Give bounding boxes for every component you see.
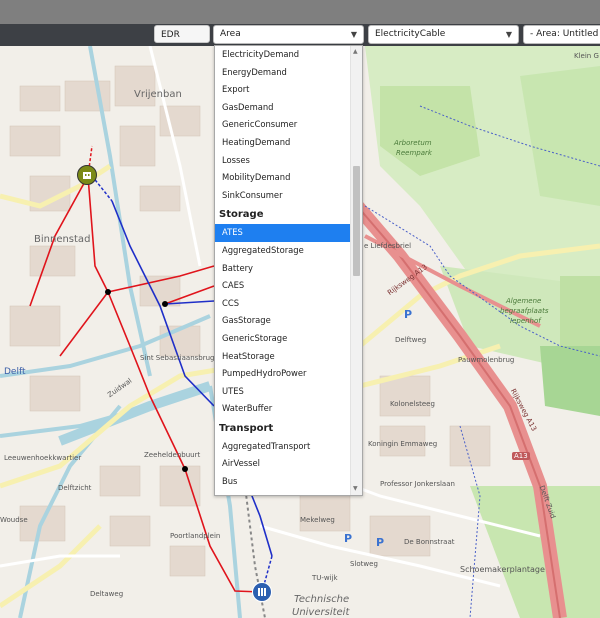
motorway-shield-a13: A13 bbox=[512, 452, 530, 460]
map-toolbar: EDR assets Area ▼ ElectricityCable ▼ - A… bbox=[0, 24, 600, 58]
dropdown-item[interactable]: CCS bbox=[215, 295, 352, 313]
map-label-tu-wijk: TU-wijk bbox=[312, 574, 338, 582]
scroll-up-icon[interactable]: ▲ bbox=[353, 48, 358, 55]
dropdown-caret-icon: ▼ bbox=[505, 30, 512, 39]
map-label-algemene: Algemene bbox=[506, 297, 542, 305]
map-label-iepenhof: Iepenhof bbox=[510, 317, 541, 325]
map-label-delftweg: Delftweg bbox=[395, 336, 427, 344]
map-label-klein: Klein G bbox=[574, 52, 599, 60]
map-label-delft: Delft bbox=[4, 367, 26, 377]
dropdown-item[interactable]: PumpedHydroPower bbox=[215, 365, 352, 383]
dropdown-item[interactable]: SinkConsumer bbox=[215, 187, 352, 205]
map-label-binnenstad: Binnenstad bbox=[34, 234, 91, 245]
map-label-universiteit: Universiteit bbox=[292, 607, 350, 618]
map-label-schoemakerplantage: Schoemakerplantage bbox=[460, 565, 545, 574]
map-label-zeeheldenbuurt: Zeeheldenbuurt bbox=[144, 451, 201, 459]
svg-text:P: P bbox=[344, 532, 352, 545]
map-label-woudse: Woudse bbox=[0, 516, 28, 524]
dropdown-item[interactable]: Bus bbox=[215, 473, 352, 491]
building-icon[interactable] bbox=[77, 165, 97, 185]
dropdown-item[interactable]: GenericStorage bbox=[215, 330, 352, 348]
dropdown-item[interactable]: WaterBuffer bbox=[215, 400, 352, 418]
dropdown-item[interactable]: AirVessel bbox=[215, 455, 352, 473]
map-label-deltaweg: Deltaweg bbox=[90, 590, 124, 598]
dropdown-item[interactable]: Battery bbox=[215, 260, 352, 278]
dropdown-item[interactable]: Losses bbox=[215, 152, 352, 170]
asset-type-select[interactable]: ElectricityCable ▼ bbox=[368, 25, 519, 44]
dropdown-group-storage: Storage bbox=[219, 209, 264, 221]
map-label-poortlandplein: Poortlandplein bbox=[170, 532, 221, 540]
map-label-kolonelsteeg: Kolonelsteeg bbox=[390, 400, 435, 408]
map-label-professor: Professor Jonkerslaan bbox=[380, 480, 455, 488]
dropdown-item[interactable]: CAES bbox=[215, 277, 352, 295]
dropdown-item[interactable]: HeatStorage bbox=[215, 348, 352, 366]
dropdown-item[interactable]: AggregatedTransport bbox=[215, 438, 352, 456]
window-top-bar bbox=[0, 0, 600, 24]
dropdown-item[interactable]: GasDemand bbox=[215, 99, 352, 117]
dropdown-item[interactable]: EnergyDemand bbox=[215, 64, 352, 82]
map-label-leeuwenhoekkwartier: Leeuwenhoekkwartier bbox=[4, 454, 82, 462]
map-label-liefdesbriel: e Liefdesbriel bbox=[364, 242, 412, 250]
map-label-reempark: Reempark bbox=[396, 149, 432, 157]
ates-storage-icon[interactable] bbox=[252, 582, 272, 602]
asset-category-value: Area bbox=[220, 29, 241, 39]
dropdown-item[interactable]: HeatingDemand bbox=[215, 134, 352, 152]
scroll-down-icon[interactable]: ▼ bbox=[353, 485, 358, 492]
dropdown-item[interactable]: ElectricityDemand bbox=[215, 46, 352, 64]
map-label-arboretum: Arboretum bbox=[394, 139, 432, 147]
dropdown-item[interactable]: GasStorage bbox=[215, 312, 352, 330]
dropdown-item[interactable]: GenericConsumer bbox=[215, 116, 352, 134]
asset-category-dropdown[interactable]: ElectricityDemand EnergyDemand Export Ga… bbox=[214, 45, 363, 496]
area-select[interactable]: - Area: Untitled Ar bbox=[523, 25, 600, 44]
dropdown-caret-icon: ▼ bbox=[350, 30, 357, 39]
map-label-vrijenban: Vrijenban bbox=[134, 89, 182, 100]
asset-category-select[interactable]: Area ▼ bbox=[213, 25, 364, 44]
dropdown-item[interactable]: Export bbox=[215, 81, 352, 99]
dropdown-item-selected[interactable]: ATES bbox=[215, 224, 352, 242]
svg-text:P: P bbox=[376, 536, 384, 549]
map-label-koningin-emmaweg: Koningin Emmaweg bbox=[368, 440, 438, 448]
dropdown-item[interactable]: UTES bbox=[215, 383, 352, 401]
scrollbar-thumb[interactable] bbox=[353, 166, 360, 276]
map-label-pauwmolenbrug: Pauwmolenbrug bbox=[458, 356, 515, 364]
map-label-sint-sebastiaansbrug: Sint Sebastiaansbrug bbox=[140, 354, 215, 362]
asset-type-value: ElectricityCable bbox=[375, 29, 446, 39]
dropdown-item[interactable]: AggregatedStorage bbox=[215, 242, 352, 260]
map-label-delftzicht: Delftzicht bbox=[58, 484, 92, 492]
map-label-technische: Technische bbox=[294, 594, 350, 605]
map-label-slotweg: Slotweg bbox=[350, 560, 378, 568]
map-label-mekelweg: Mekelweg bbox=[300, 516, 335, 524]
dropdown-item[interactable]: MobilityDemand bbox=[215, 169, 352, 187]
dropdown-group-transport: Transport bbox=[219, 422, 274, 434]
map-label-begraafplaats: begraafplaats bbox=[500, 307, 549, 315]
edr-assets-button[interactable]: EDR assets bbox=[154, 25, 210, 58]
dropdown-scrollbar[interactable]: ▲ ▼ bbox=[350, 46, 362, 495]
map-label-de-bonnstraat: De Bonnstraat bbox=[404, 538, 455, 546]
area-select-value: - Area: Untitled Ar bbox=[530, 29, 600, 39]
dropdown-list: ElectricityDemand EnergyDemand Export Ga… bbox=[215, 46, 352, 491]
svg-text:P: P bbox=[404, 308, 412, 321]
